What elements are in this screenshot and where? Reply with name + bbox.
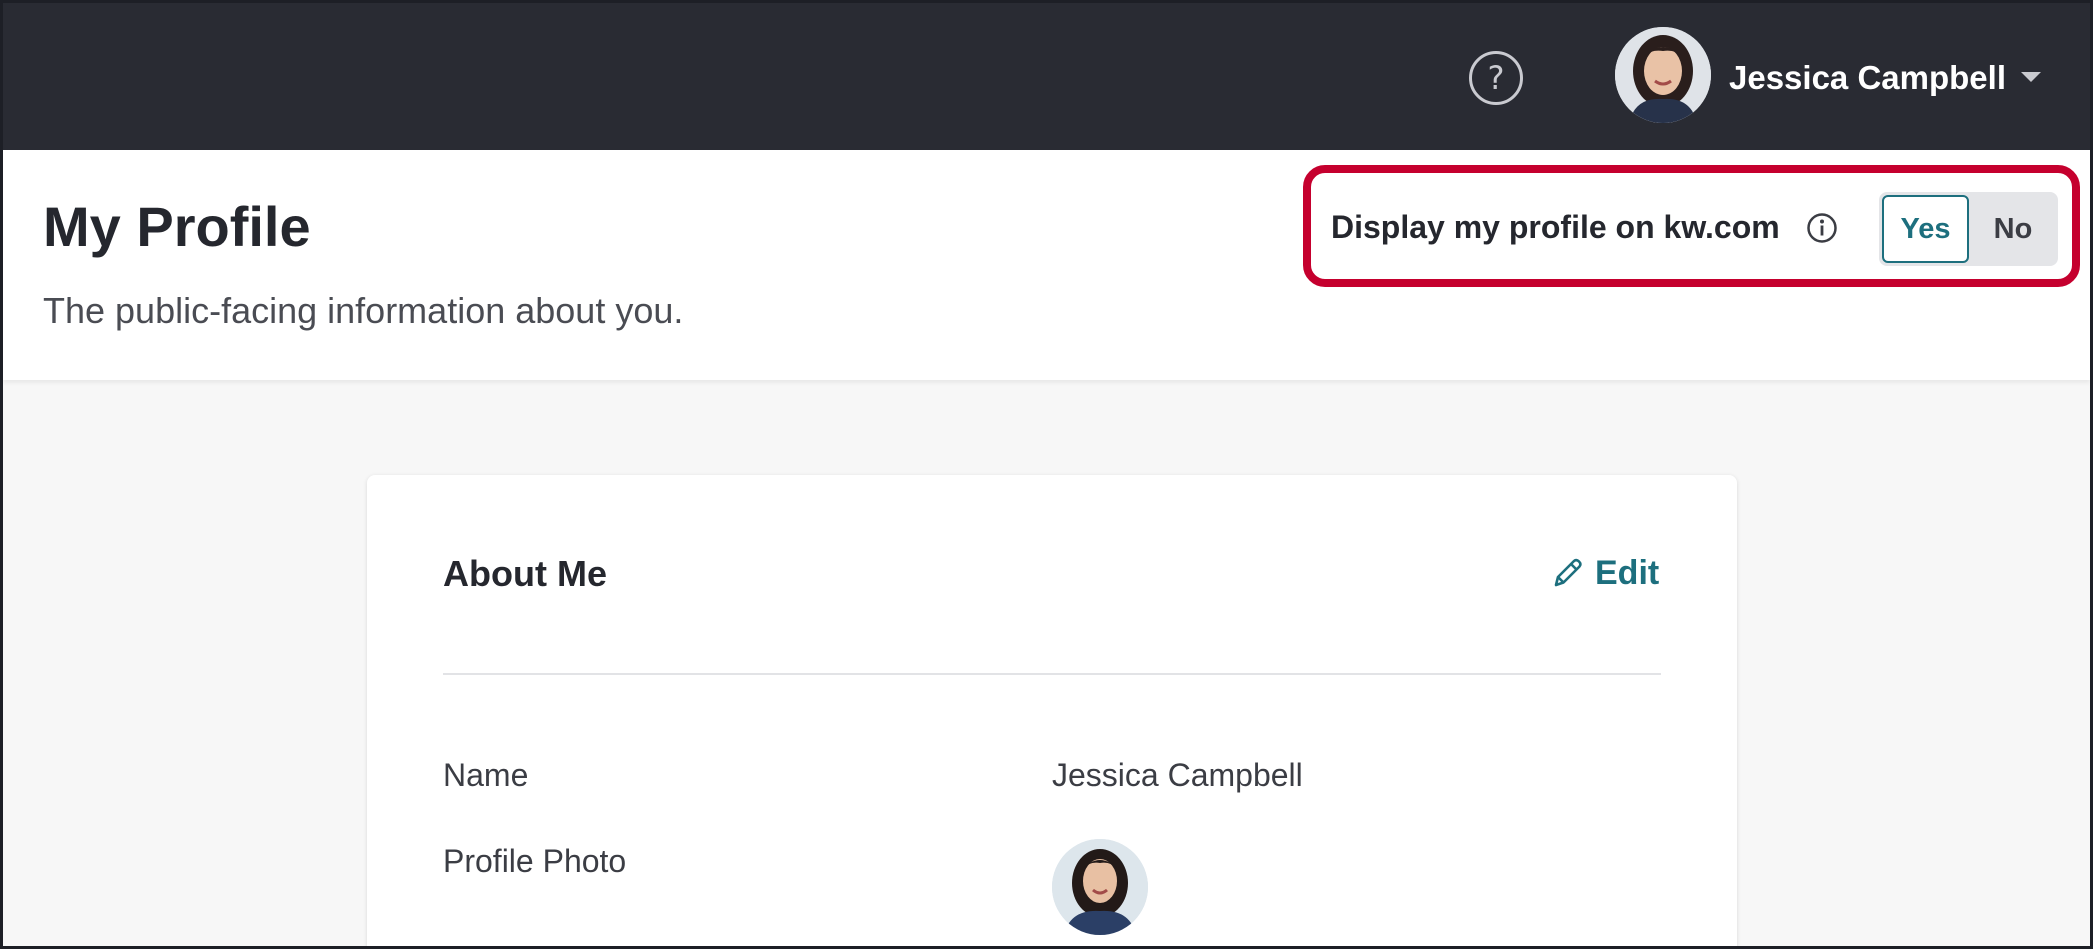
field-label-profile-photo: Profile Photo [443,843,627,879]
chevron-down-icon[interactable] [2021,72,2041,82]
edit-label: Edit [1595,553,1660,592]
profile-photo [1052,839,1148,935]
field-value-name: Jessica Campbell [1052,757,1303,793]
toggle-no-button[interactable]: No [1971,195,2055,263]
display-profile-toggle: Yes No [1879,192,2058,266]
top-nav-bar: ? Jessica Campbell [3,3,2090,150]
help-icon[interactable]: ? [1469,51,1523,105]
page-header: My Profile The public-facing information… [3,150,2090,380]
about-me-card: About Me Edit Name Jessica Campbell Prof… [367,475,1737,946]
avatar-portrait-icon [1615,27,1711,123]
info-icon[interactable] [1806,212,1838,244]
divider [443,673,1661,675]
user-avatar[interactable] [1615,27,1711,123]
card-title: About Me [443,553,607,594]
page-subtitle: The public-facing information about you. [43,290,684,331]
display-profile-label: Display my profile on kw.com [1331,209,1780,245]
field-label-name: Name [443,757,529,793]
edit-button[interactable]: Edit [1551,549,1659,597]
app-window: ? Jessica Campbell My Profile The public… [0,0,2093,949]
pencil-icon [1554,558,1582,587]
toggle-yes-button[interactable]: Yes [1882,195,1969,263]
user-name[interactable]: Jessica Campbell [1729,51,2006,105]
profile-photo-portrait-icon [1052,839,1148,935]
page-title: My Profile [43,195,311,258]
